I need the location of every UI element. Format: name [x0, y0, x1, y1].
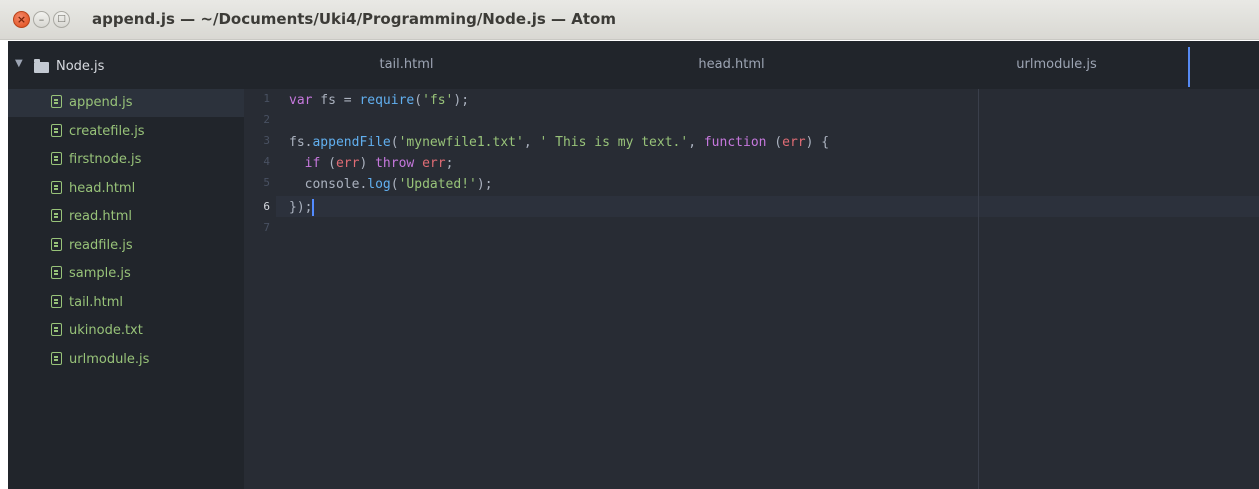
tab-tail-html[interactable]: tail.html: [244, 41, 569, 89]
file-text-icon: [51, 295, 62, 308]
line-number: 2: [263, 113, 270, 126]
maximize-icon[interactable]: □: [53, 11, 70, 28]
tree-item-firstnode-js[interactable]: firstnode.js: [8, 146, 244, 174]
code-line-6: });: [289, 199, 315, 216]
tree-item-ukinode-txt[interactable]: ukinode.txt: [8, 317, 244, 345]
line-number: 3: [263, 134, 270, 147]
tree-item-tail-html[interactable]: tail.html: [8, 289, 244, 317]
file-text-icon: [51, 266, 62, 279]
tab-drop-indicator: [1188, 47, 1190, 87]
code-line-5: console.log('Updated!');: [304, 177, 493, 192]
code-line-1: var fs = require('fs');: [289, 93, 470, 108]
file-tree: append.js createfile.js firstnode.js hea…: [8, 89, 244, 489]
line-number: 7: [263, 221, 270, 234]
line-number: 5: [263, 176, 270, 189]
code-line-4: if (err) throw err;: [304, 156, 454, 171]
file-text-icon: [51, 209, 62, 222]
file-text-icon: [51, 124, 62, 137]
file-text-icon: [51, 323, 62, 336]
code-editor[interactable]: var fs = require('fs'); fs.appendFile('m…: [289, 89, 989, 489]
chevron-down-icon[interactable]: ▼: [15, 58, 23, 69]
title-bar: × – □ append.js — ~/Documents/Uki4/Progr…: [0, 0, 1259, 40]
line-number-active: 6: [263, 200, 270, 213]
minimize-icon[interactable]: –: [33, 11, 50, 28]
tree-item-head-html[interactable]: head.html: [8, 175, 244, 203]
tab-urlmodule-js[interactable]: urlmodule.js: [894, 41, 1219, 89]
file-text-icon: [51, 181, 62, 194]
tree-item-append-js[interactable]: append.js: [8, 89, 244, 117]
project-root[interactable]: ▼ Node.js: [8, 41, 244, 89]
file-text-icon: [51, 238, 62, 251]
tree-item-readfile-js[interactable]: readfile.js: [8, 232, 244, 260]
tree-item-urlmodule-js[interactable]: urlmodule.js: [8, 346, 244, 374]
tree-item-sample-js[interactable]: sample.js: [8, 260, 244, 288]
line-number: 1: [263, 92, 270, 105]
code-line-3: fs.appendFile('mynewfile1.txt', ' This i…: [289, 135, 830, 150]
folder-icon: [34, 59, 49, 73]
window-title: append.js — ~/Documents/Uki4/Programming…: [92, 10, 616, 28]
project-root-label: Node.js: [56, 59, 105, 74]
text-cursor: [312, 199, 315, 216]
tree-item-createfile-js[interactable]: createfile.js: [8, 118, 244, 146]
line-number: 4: [263, 155, 270, 168]
tree-item-read-html[interactable]: read.html: [8, 203, 244, 231]
file-text-icon: [51, 352, 62, 365]
file-text-icon: [51, 95, 62, 108]
tab-head-html[interactable]: head.html: [569, 41, 894, 89]
close-icon[interactable]: ×: [13, 11, 30, 28]
tab-bar: tail.html head.html urlmodule.js: [244, 41, 1259, 89]
atom-editor: ▼ Node.js tail.html head.html urlmodule.…: [8, 41, 1259, 489]
line-number-gutter[interactable]: 1 2 3 4 5 6 7: [244, 89, 276, 489]
file-text-icon: [51, 152, 62, 165]
